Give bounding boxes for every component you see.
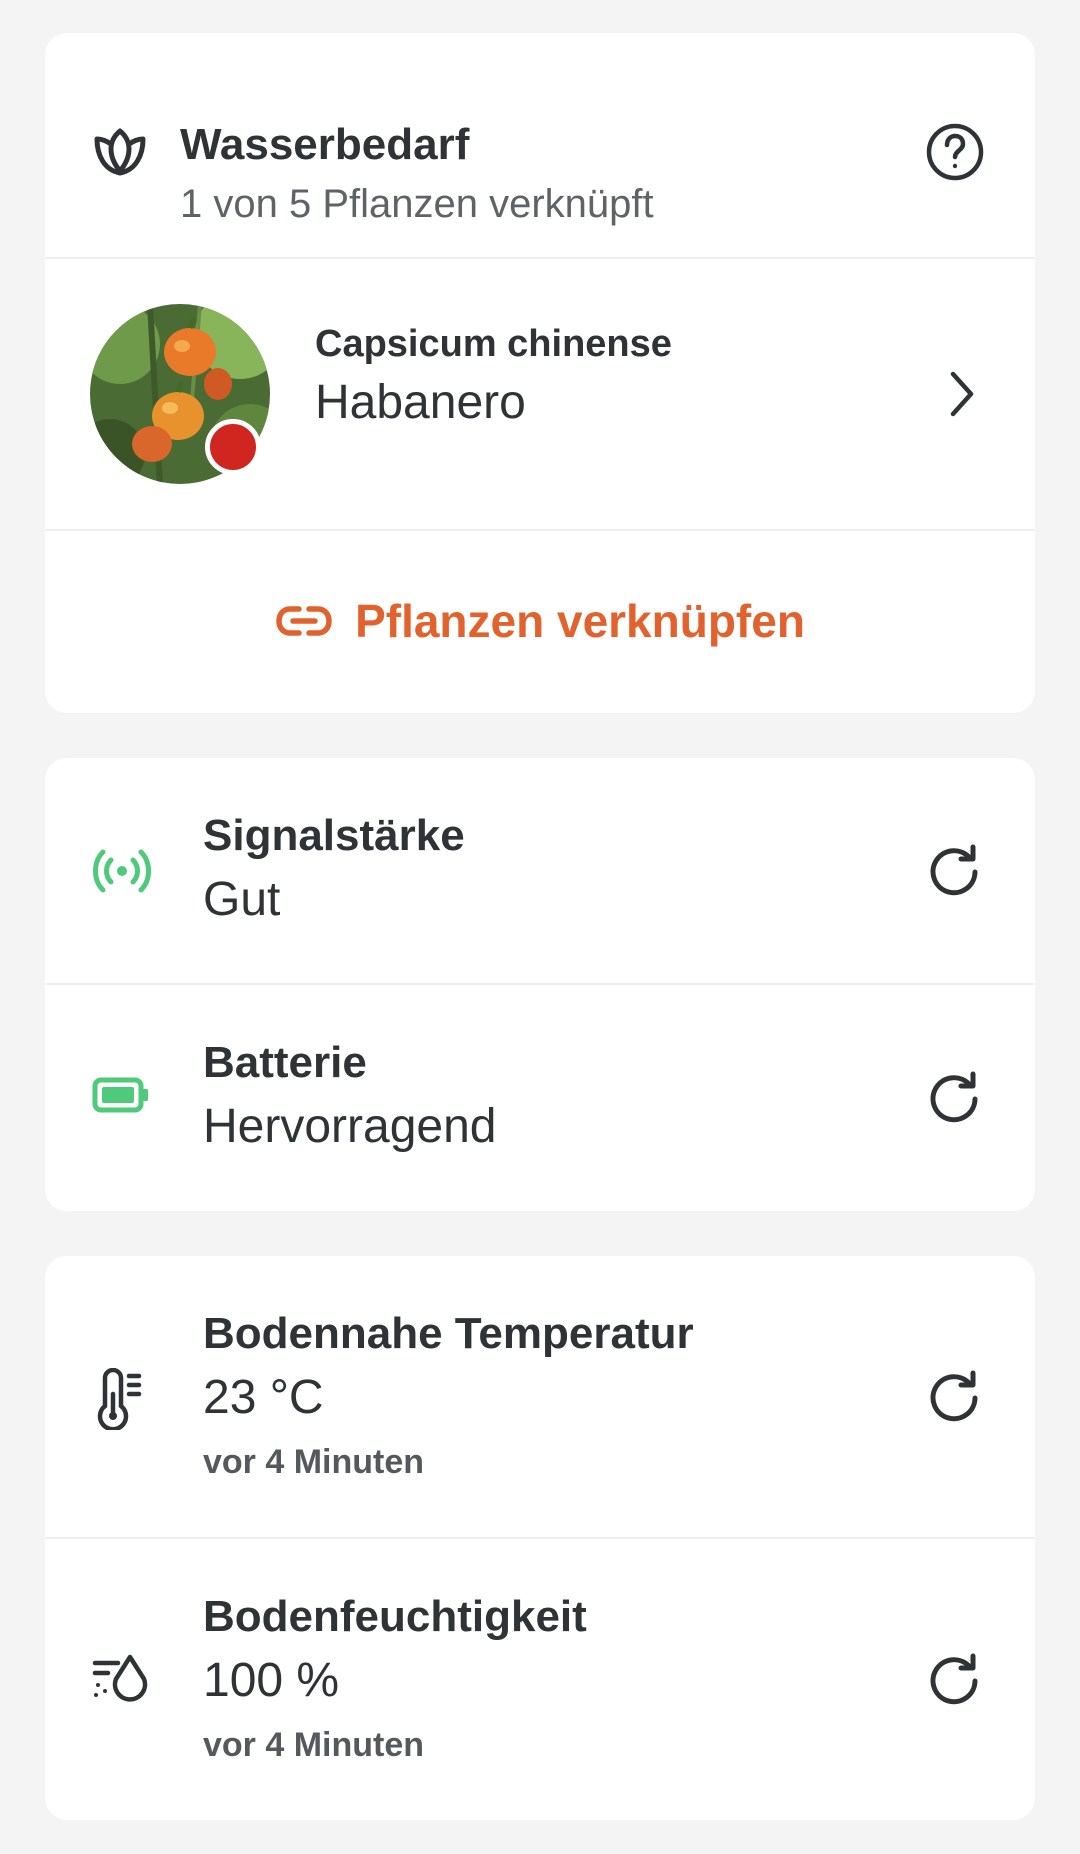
link-plants-label: Pflanzen verknüpfen: [355, 595, 805, 647]
link-plants-button[interactable]: Pflanzen verknüpfen: [45, 531, 1035, 711]
soil-moisture-icon: [92, 1653, 150, 1710]
signal-title: Signalstärke: [203, 811, 465, 860]
battery-value: Hervorragend: [203, 1100, 497, 1153]
plant-scientific-name: Capsicum chinense: [315, 323, 672, 365]
plant-status-dot: [205, 419, 261, 475]
question-circle-icon[interactable]: [925, 122, 985, 187]
battery-icon: [92, 1077, 150, 1118]
signal-row: Signalstärke Gut: [45, 758, 1035, 983]
link-icon: [275, 604, 333, 638]
temperature-title: Bodennahe Temperatur: [203, 1309, 694, 1358]
water-requirement-title: Wasserbedarf: [180, 120, 470, 169]
thermometer-icon: [95, 1367, 147, 1435]
signal-broadcast-icon: [92, 848, 152, 899]
water-requirement-header: Wasserbedarf 1 von 5 Pflanzen verknüpft: [45, 33, 1035, 257]
linked-plants-count: 1 von 5 Pflanzen verknüpft: [180, 182, 654, 226]
plant-bud-icon: [93, 125, 147, 184]
water-requirement-card: Wasserbedarf 1 von 5 Pflanzen verknüpft: [45, 33, 1035, 713]
battery-row: Batterie Hervorragend: [45, 985, 1035, 1211]
refresh-icon[interactable]: [925, 1651, 985, 1716]
refresh-icon[interactable]: [925, 842, 985, 907]
temperature-value: 23 °C: [203, 1371, 324, 1424]
chevron-right-icon[interactable]: [943, 369, 979, 424]
sensor-readings-card: Bodennahe Temperatur 23 °C vor 4 Minuten…: [45, 1256, 1035, 1820]
signal-value: Gut: [203, 873, 281, 926]
temperature-row: Bodennahe Temperatur 23 °C vor 4 Minuten: [45, 1256, 1035, 1537]
battery-title: Batterie: [203, 1038, 367, 1087]
linked-plant-row[interactable]: Capsicum chinense Habanero: [45, 259, 1035, 529]
moisture-title: Bodenfeuchtigkeit: [203, 1592, 587, 1641]
plant-avatar: [90, 304, 270, 484]
plant-common-name: Habanero: [315, 376, 526, 429]
moisture-updated: vor 4 Minuten: [203, 1726, 425, 1764]
moisture-value: 100 %: [203, 1654, 340, 1707]
temperature-updated: vor 4 Minuten: [203, 1443, 425, 1481]
device-status-card: Signalstärke Gut Batterie Hervorragend: [45, 758, 1035, 1211]
moisture-row: Bodenfeuchtigkeit 100 % vor 4 Minuten: [45, 1539, 1035, 1820]
refresh-icon[interactable]: [925, 1069, 985, 1134]
refresh-icon[interactable]: [925, 1368, 985, 1433]
